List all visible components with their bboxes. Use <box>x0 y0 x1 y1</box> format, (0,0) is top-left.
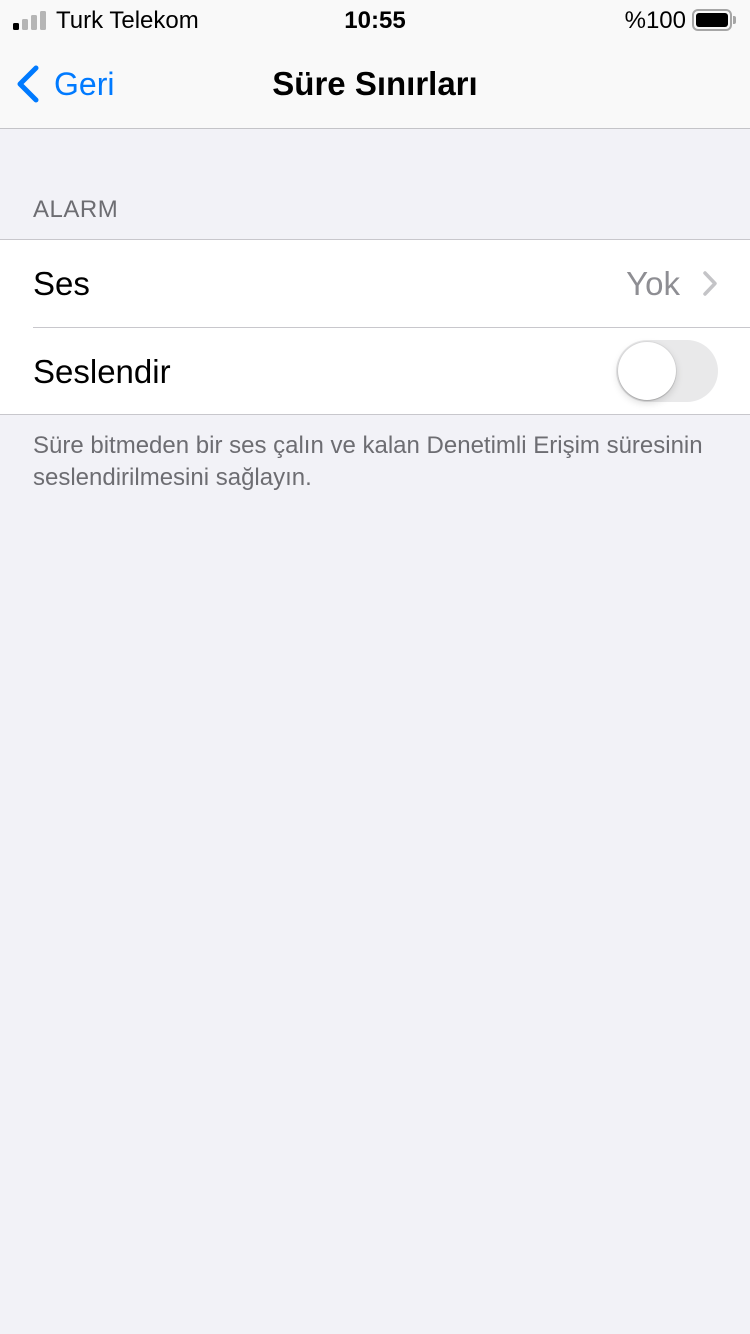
page-title: Süre Sınırları <box>272 65 478 102</box>
sound-row-label: Ses <box>33 264 90 302</box>
toggle-knob <box>618 342 676 400</box>
settings-group: Ses Yok Seslendir <box>0 239 750 415</box>
status-bar: Turk Telekom 10:55 %100 <box>0 0 750 40</box>
chevron-right-icon <box>703 271 717 296</box>
sound-row[interactable]: Ses Yok <box>0 240 750 327</box>
speak-toggle[interactable] <box>616 340 718 402</box>
battery-icon <box>692 9 736 31</box>
speak-row: Seslendir <box>0 328 750 415</box>
speak-row-label: Seslendir <box>33 352 171 390</box>
section-header-alarm: ALARM <box>33 196 119 223</box>
screen: Turk Telekom 10:55 %100 Geri Süre Sınırl… <box>0 0 750 1334</box>
section-footer: Süre bitmeden bir ses çalın ve kalan Den… <box>33 432 703 491</box>
navigation-bar: Geri Süre Sınırları <box>0 40 750 129</box>
sound-row-value: Yok <box>626 264 680 302</box>
battery-percentage: %100 <box>624 7 686 34</box>
